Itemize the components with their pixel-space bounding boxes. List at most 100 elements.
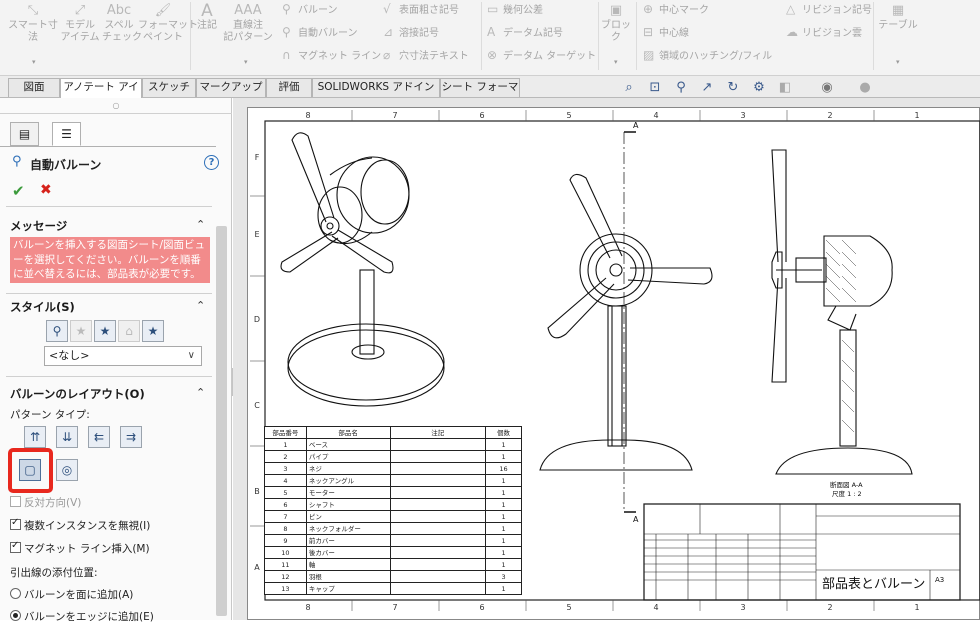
collapse-style-icon[interactable]: ⌃ xyxy=(196,299,205,312)
ribbon-separator xyxy=(873,2,874,70)
surface-finish-button[interactable]: √ 表面粗さ記号 xyxy=(383,1,459,19)
bom-cell: 5 xyxy=(264,486,307,499)
pattern-type-label: パターン タイプ: xyxy=(10,409,90,421)
layout-bottom-icon[interactable]: ⇊ xyxy=(56,426,78,448)
datum-target-button[interactable]: ⊗ データム ターゲット xyxy=(487,47,596,65)
help-icon[interactable]: ? xyxy=(204,155,219,170)
style-select[interactable]: <なし> ∨ xyxy=(44,346,202,366)
feature-manager-tab[interactable]: ▤ xyxy=(10,122,39,146)
format-painter-button[interactable]: 🖌 フォーマット ペイント xyxy=(138,4,198,44)
datum-feature-button[interactable]: A データム記号 xyxy=(487,24,563,42)
tab-markup[interactable]: マークアップ xyxy=(196,78,266,97)
bom-cell: 1 xyxy=(485,522,522,535)
bom-row: 4 ネックアングル 1 xyxy=(264,474,522,487)
collapse-layout-icon[interactable]: ⌃ xyxy=(196,386,205,399)
bom-cell: シャフト xyxy=(305,498,391,511)
cancel-button[interactable]: ✖ xyxy=(40,182,52,198)
bom-row: 13 キャップ 1 xyxy=(264,582,522,595)
table-dropdown-icon[interactable]: ▾ xyxy=(896,58,900,66)
save-style-icon[interactable]: ⌂ xyxy=(118,320,140,342)
model-items-button[interactable]: ⤢ モデル アイテム xyxy=(60,4,100,44)
insert-magnetic-label: マグネット ライン挿入(M) xyxy=(24,543,150,555)
title-block-title: 部品表とバルーン xyxy=(822,577,925,592)
format-painter-label: フォーマット ペイント xyxy=(138,20,198,43)
spell-check-button[interactable]: Abc スペル チェック xyxy=(102,4,142,44)
table-icon: ▦ xyxy=(891,3,905,18)
layout-top-icon[interactable]: ⇈ xyxy=(24,426,46,448)
attach-faces-radio[interactable]: バルーンを面に追加(A) xyxy=(10,587,133,602)
add-favorite-icon[interactable]: ★ xyxy=(70,320,92,342)
tab-solidworks-addins[interactable]: SOLIDWORKS アドイン xyxy=(312,78,440,97)
hide-show-icon[interactable]: ◉ xyxy=(818,80,836,96)
collapse-message-icon[interactable]: ⌃ xyxy=(196,218,205,231)
bom-cell: モーター xyxy=(305,486,391,499)
block-dropdown-icon[interactable]: ▾ xyxy=(614,58,618,66)
appearance-icon[interactable]: ● xyxy=(856,80,874,96)
col-label: 7 xyxy=(392,111,397,120)
zoom-to-area-icon[interactable]: ⊡ xyxy=(646,80,664,96)
area-hatch-button[interactable]: ▨ 領域のハッチング/フィル xyxy=(643,47,772,65)
linear-note-pattern-button[interactable]: AAA 直線注 記パターン xyxy=(222,4,274,44)
col-label: 1 xyxy=(914,603,919,612)
load-style-icon[interactable]: ★ xyxy=(142,320,164,342)
note-button[interactable]: A 注記 xyxy=(193,3,221,32)
zoom-in-out-icon[interactable]: ⚲ xyxy=(672,80,690,96)
tab-annotation[interactable]: アノテート アイテム xyxy=(60,78,142,110)
panel-scrollbar[interactable] xyxy=(216,226,227,616)
apply-style-icon[interactable]: ⚲ xyxy=(46,320,68,342)
magnetic-line-button[interactable]: ∩ マグネット ライン xyxy=(282,47,381,65)
weld-symbol-button[interactable]: ⊿ 溶接記号 xyxy=(383,24,439,42)
bom-cell xyxy=(389,486,487,499)
reverse-direction-checkbox[interactable]: 反対方向(V) xyxy=(10,495,81,510)
ignore-multiple-checkbox[interactable]: 複数インスタンスを無視(I) xyxy=(10,517,150,533)
gtol-button[interactable]: ▭ 幾何公差 xyxy=(487,1,543,19)
tab-sheet-format[interactable]: シート フォーマット xyxy=(440,78,520,110)
centerline-button[interactable]: ⊟ 中心線 xyxy=(643,24,689,42)
table-button[interactable]: ▦ テーブル xyxy=(876,4,920,32)
ok-button[interactable]: ✔ xyxy=(12,182,25,200)
delete-favorite-icon[interactable]: ★ xyxy=(94,320,116,342)
layout-right-icon[interactable]: ⇉ xyxy=(120,426,142,448)
center-mark-button[interactable]: ⊕ 中心マーク xyxy=(643,1,709,19)
datum-feature-label: データム記号 xyxy=(503,28,563,39)
zoom-to-fit-icon[interactable]: ⌕ xyxy=(620,80,638,96)
layout-square-icon[interactable]: ▢ xyxy=(19,459,41,481)
col-label: 2 xyxy=(827,111,832,120)
bom-cell xyxy=(389,462,487,475)
bom-table[interactable]: 部品番号 部品名 注記 個数 1 ベース 1 2 パイプ 1 3 ネジ 16 4 ネックアング… xyxy=(264,426,522,595)
smart-dimension-button[interactable]: ⤡ スマート寸 法 xyxy=(8,4,58,44)
smart-dim-dropdown-icon[interactable]: ▾ xyxy=(32,58,36,66)
revision-cloud-button[interactable]: ☁ リビジョン雲 xyxy=(786,24,862,42)
auto-balloon-button[interactable]: ⚲ 自動バルーン xyxy=(282,24,358,42)
layout-left-icon[interactable]: ⇇ xyxy=(88,426,110,448)
rotate-icon[interactable]: ↻ xyxy=(724,80,742,96)
layout-circular-icon[interactable]: ◎ xyxy=(56,459,78,481)
gtol-label: 幾何公差 xyxy=(503,5,543,16)
tab-drawing[interactable]: 図面 xyxy=(8,78,60,97)
linear-note-pattern-label: 直線注 記パターン xyxy=(223,20,273,43)
note-pattern-dropdown-icon[interactable]: ▾ xyxy=(244,58,248,66)
hole-callout-button[interactable]: ⌀ 穴寸法テキスト xyxy=(383,47,469,65)
balloon-button[interactable]: ⚲ バルーン xyxy=(282,1,338,19)
bom-header: 部品名 xyxy=(305,426,391,439)
bom-cell: パイプ xyxy=(305,450,391,463)
insert-magnetic-checkbox[interactable]: マグネット ライン挿入(M) xyxy=(10,540,150,556)
select-icon[interactable]: ↗ xyxy=(698,80,716,96)
datum-target-icon: ⊗ xyxy=(487,48,498,62)
bom-cell: 1 xyxy=(485,498,522,511)
block-button[interactable]: ▣ ブロック xyxy=(600,4,632,44)
attach-edges-radio[interactable]: バルーンをエッジに追加(E) xyxy=(10,609,154,624)
message-section-title: メッセージ xyxy=(10,219,68,233)
display-style-icon[interactable]: ◧ xyxy=(776,80,794,96)
bom-cell: 3 xyxy=(264,462,307,475)
tab-sketch[interactable]: スケッチ xyxy=(142,78,196,97)
tab-evaluate[interactable]: 評価 xyxy=(266,78,312,97)
bom-cell xyxy=(389,570,487,583)
view-settings-icon[interactable]: ⚙ xyxy=(750,80,768,96)
panel-grip[interactable]: ○ xyxy=(0,98,232,114)
property-manager-tab[interactable]: ☰ xyxy=(52,122,81,146)
bom-cell: 1 xyxy=(485,558,522,571)
ribbon-separator xyxy=(190,2,191,70)
col-label: 7 xyxy=(392,603,397,612)
revision-symbol-button[interactable]: △ リビジョン記号 xyxy=(786,1,872,19)
